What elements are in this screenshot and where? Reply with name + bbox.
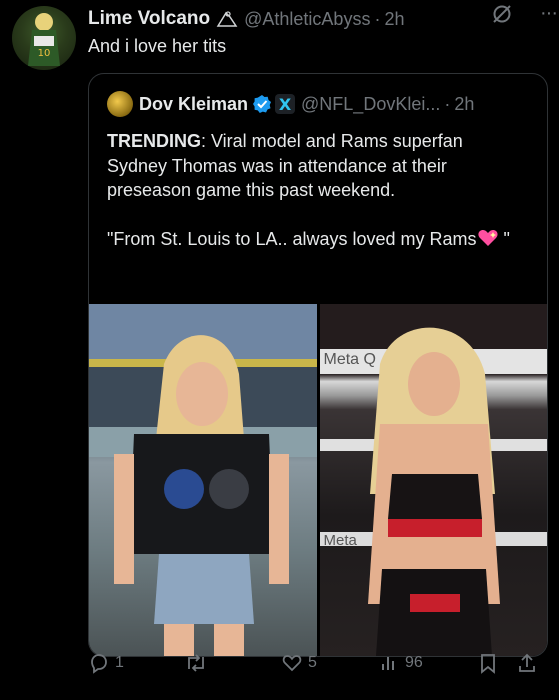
affiliate-badge-icon: X — [275, 94, 296, 114]
heart-icon — [282, 655, 302, 672]
svg-text:10: 10 — [38, 48, 51, 59]
sparkling-heart-icon — [477, 228, 499, 248]
quoted-paragraph-2: "From St. Louis to LA.. always loved my … — [107, 227, 527, 252]
avatar-image: 10 — [28, 13, 60, 66]
quoted-author-handle[interactable]: @NFL_DovKlei... — [301, 94, 440, 115]
banner-text-1: Meta Q — [323, 351, 376, 368]
views-icon — [382, 657, 394, 670]
photo-right[interactable]: Meta Q Meta — [319, 304, 547, 656]
like-count: 5 — [308, 654, 317, 671]
grok-icon[interactable] — [491, 3, 513, 30]
author-name[interactable]: Lime Volcano — [88, 8, 210, 30]
views-button[interactable]: 96 — [378, 652, 423, 674]
author-handle[interactable]: @AthleticAbyss — [244, 9, 370, 30]
photo-left[interactable] — [89, 304, 317, 656]
quoted-tweet-header: Dov Kleiman X @NFL_DovKlei... · 2h — [107, 91, 537, 117]
bookmark-button[interactable] — [477, 652, 499, 674]
tweet-time[interactable]: 2h — [384, 9, 404, 30]
quoted-separator-dot: · — [444, 93, 451, 114]
photo-left-image — [89, 304, 317, 656]
banner-text-2: Meta — [323, 532, 357, 549]
reply-icon — [91, 654, 107, 674]
share-button[interactable] — [516, 652, 538, 674]
verified-badge-icon — [252, 94, 272, 114]
trending-label: TRENDING — [107, 131, 201, 151]
quoted-tweet-body: TRENDING: Viral model and Rams superfan … — [107, 129, 527, 252]
quoted-paragraph-1: TRENDING: Viral model and Rams superfan … — [107, 129, 527, 203]
share-icon — [519, 653, 535, 672]
separator-dot: · — [374, 8, 381, 29]
reply-count: 1 — [115, 654, 124, 671]
views-count: 96 — [405, 654, 423, 671]
tweet-header: Lime Volcano @AthleticAbyss · 2h — [88, 6, 549, 32]
quoted-avatar[interactable] — [107, 91, 133, 117]
reply-button[interactable]: 1 — [88, 652, 124, 674]
media-grid: Meta Q Meta — [89, 304, 547, 656]
quoted-tweet-time[interactable]: 2h — [454, 94, 474, 115]
quoted-text-2: "From St. Louis to LA.. always loved my … — [107, 229, 477, 249]
tweet-actions: 1 5 96 — [88, 650, 550, 678]
avatar[interactable]: 10 — [12, 6, 76, 70]
custom-badge-icon — [216, 10, 238, 28]
more-options-icon[interactable]: ··· — [540, 2, 558, 25]
like-button[interactable]: 5 — [281, 652, 317, 674]
tweet-text: And i love her tits — [88, 36, 227, 56]
bookmark-icon — [481, 654, 495, 674]
quoted-author-name[interactable]: Dov Kleiman — [139, 94, 248, 115]
quoted-tweet[interactable]: Dov Kleiman X @NFL_DovKlei... · 2h TREND… — [88, 73, 548, 657]
quoted-text-2-end: " — [498, 229, 510, 249]
repost-button[interactable] — [184, 652, 213, 674]
repost-icon — [188, 654, 204, 672]
